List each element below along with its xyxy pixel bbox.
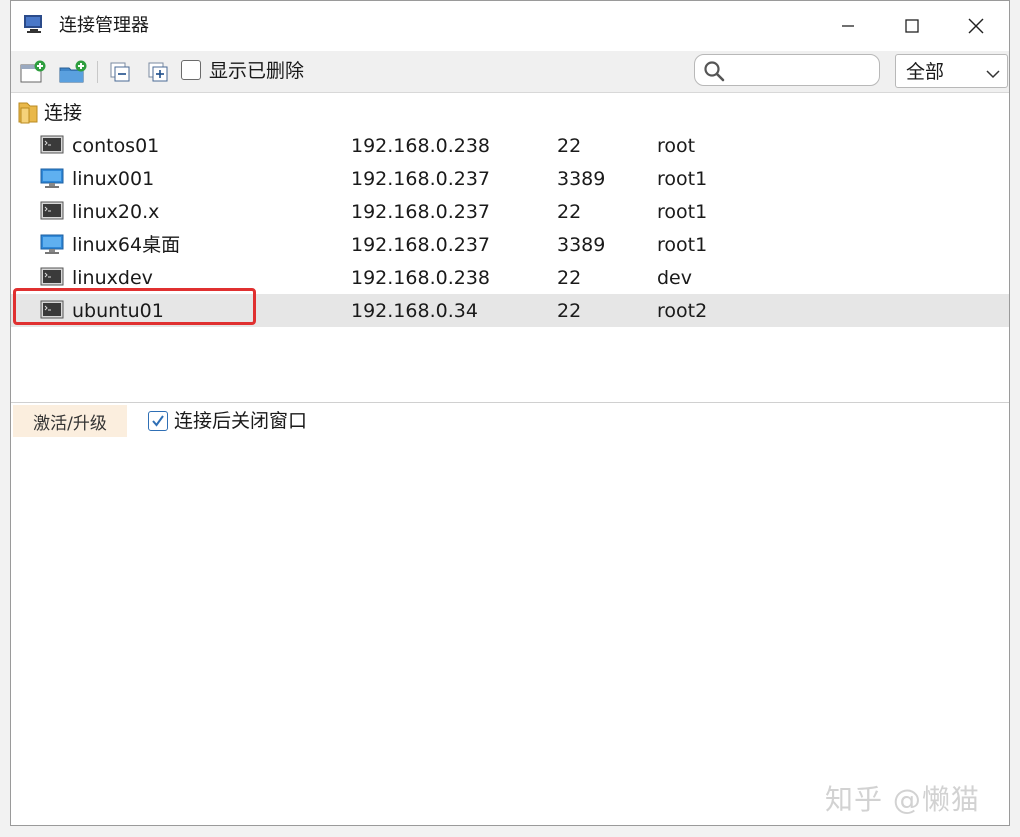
checkmark-icon <box>152 415 164 427</box>
desktop-icon <box>40 168 64 194</box>
connection-row[interactable]: linux64桌面 192.168.0.237 3389 root1 <box>11 228 1009 261</box>
folder-icon <box>17 100 39 128</box>
close-icon <box>968 18 984 34</box>
expand-icon <box>148 62 168 82</box>
connection-user: root <box>657 135 696 157</box>
activate-upgrade-button[interactable]: 激活/升级 <box>13 405 127 437</box>
connection-tree: 连接 contos01 192.168.0.238 22 root linux001 19… <box>11 93 1009 402</box>
connection-port: 22 <box>557 267 582 289</box>
terminal-icon <box>40 201 64 225</box>
connection-user: root1 <box>657 234 708 256</box>
window-title: 连接管理器 <box>59 15 149 36</box>
title-bar: 连接管理器 <box>11 1 1009 51</box>
connection-host: 192.168.0.237 <box>351 168 491 190</box>
collapse-all-button[interactable] <box>106 59 134 85</box>
group-row-connections[interactable]: 连接 <box>11 97 1009 127</box>
close-after-connect-label: 连接后关闭窗口 <box>174 410 308 432</box>
connection-manager-window: 连接管理器 显示已删除 全部 连接 contos01 192.168.0.238… <box>10 0 1010 826</box>
search-input[interactable] <box>733 59 877 83</box>
search-icon <box>703 60 725 86</box>
connection-user: root1 <box>657 201 708 223</box>
connection-user: root1 <box>657 168 708 190</box>
maximize-button[interactable] <box>887 9 937 43</box>
show-deleted-checkbox[interactable] <box>181 60 201 80</box>
connection-port: 22 <box>557 201 582 223</box>
connection-name: linux20.x <box>72 201 160 223</box>
search-box[interactable] <box>694 54 880 86</box>
chevron-down-icon <box>985 65 1001 84</box>
minimize-icon <box>842 25 854 27</box>
connection-port: 3389 <box>557 168 606 190</box>
panel-divider <box>11 402 1009 403</box>
filter-dropdown[interactable]: 全部 <box>895 54 1008 88</box>
connection-row[interactable]: contos01 192.168.0.238 22 root <box>11 129 1009 162</box>
minimize-button[interactable] <box>823 9 873 43</box>
connection-user: root2 <box>657 300 708 322</box>
maximize-icon <box>905 19 919 33</box>
new-folder-button[interactable] <box>59 59 87 85</box>
close-button[interactable] <box>951 9 1001 43</box>
connection-name: linux001 <box>72 168 155 190</box>
connection-host: 192.168.0.238 <box>351 135 491 157</box>
toolbar: 显示已删除 全部 <box>11 51 1009 93</box>
connection-port: 22 <box>557 135 582 157</box>
collapse-icon <box>110 62 130 82</box>
app-monitor-icon <box>23 13 45 35</box>
connection-port: 3389 <box>557 234 606 256</box>
watermark: 知乎 @懒猫 <box>825 783 980 816</box>
new-connection-button[interactable] <box>19 59 47 85</box>
connection-host: 192.168.0.238 <box>351 267 491 289</box>
connection-name: contos01 <box>72 135 160 157</box>
connection-row[interactable]: linux001 192.168.0.237 3389 root1 <box>11 162 1009 195</box>
connection-row[interactable]: linux20.x 192.168.0.237 22 root1 <box>11 195 1009 228</box>
connection-name: linuxdev <box>72 267 153 289</box>
expand-all-button[interactable] <box>144 59 172 85</box>
toolbar-separator <box>97 61 98 83</box>
terminal-icon <box>40 135 64 159</box>
connection-port: 22 <box>557 300 582 322</box>
connection-host: 192.168.0.34 <box>351 300 478 322</box>
connection-host: 192.168.0.237 <box>351 201 491 223</box>
connection-name: linux64桌面 <box>72 234 181 256</box>
filter-selected-value: 全部 <box>906 61 945 83</box>
connection-host: 192.168.0.237 <box>351 234 491 256</box>
new-connection-icon <box>20 60 46 83</box>
close-after-connect-checkbox[interactable] <box>148 411 168 431</box>
show-deleted-label: 显示已删除 <box>209 60 305 82</box>
new-folder-icon <box>59 60 87 83</box>
group-label: 连接 <box>44 102 83 124</box>
connection-user: dev <box>657 267 692 289</box>
desktop-icon <box>40 234 64 260</box>
selection-highlight-box <box>13 288 256 325</box>
